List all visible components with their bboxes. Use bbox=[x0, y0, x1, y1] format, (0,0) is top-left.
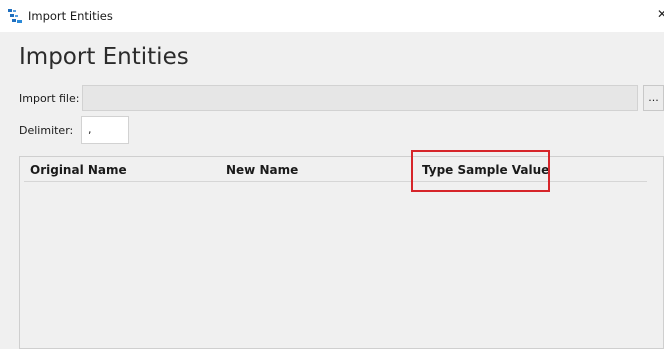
title-bar: Import Entities ✕ bbox=[0, 0, 664, 32]
browse-button[interactable]: ... bbox=[643, 85, 664, 111]
close-icon[interactable]: ✕ bbox=[657, 7, 664, 21]
import-file-input[interactable] bbox=[82, 85, 638, 111]
column-header-new-name[interactable]: New Name bbox=[226, 163, 298, 177]
import-file-label: Import file: bbox=[19, 92, 80, 105]
window-title: Import Entities bbox=[28, 9, 113, 23]
app-icon bbox=[8, 9, 22, 23]
page-title: Import Entities bbox=[19, 44, 189, 70]
delimiter-input[interactable]: , bbox=[81, 116, 129, 144]
header-divider bbox=[24, 181, 647, 182]
delimiter-label: Delimiter: bbox=[19, 124, 74, 137]
column-header-original-name[interactable]: Original Name bbox=[30, 163, 127, 177]
highlight-annotation-box bbox=[411, 150, 550, 192]
entities-grid[interactable]: Original Name New Name Type Sample Value bbox=[19, 156, 664, 349]
